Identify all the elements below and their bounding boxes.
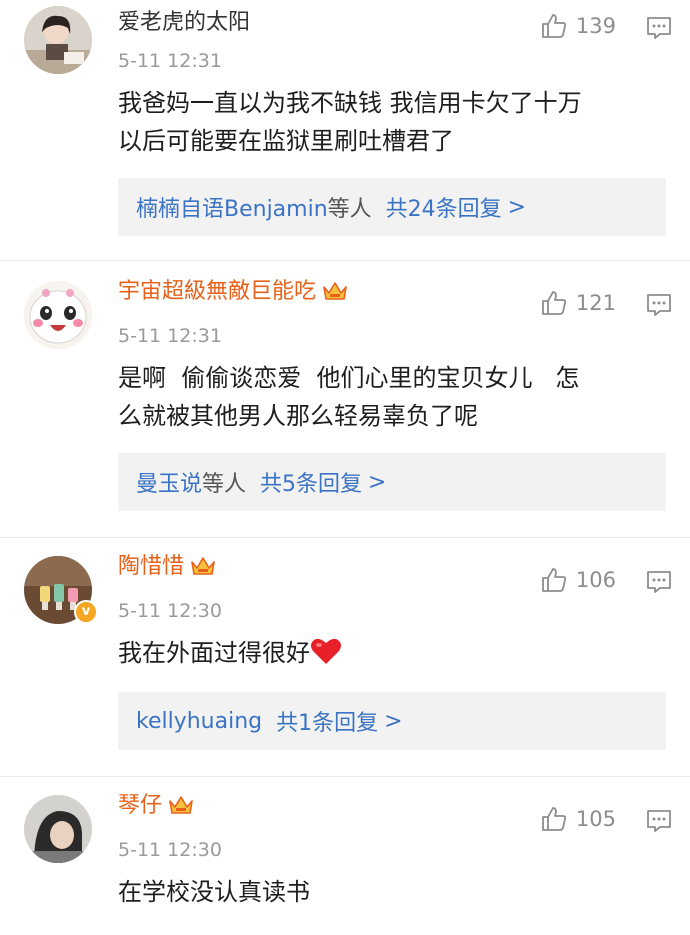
- comment-item: v 陶惜惜 5-11 12:30 106 我在外面过得很好 kellyhuain…: [0, 538, 690, 777]
- comment-text-line: 以后可能要在监狱里刷吐槽君了: [118, 127, 454, 155]
- reply-summary[interactable]: 曼玉说 等人 共5条回复 >: [118, 453, 666, 511]
- like-count: 121: [575, 291, 616, 315]
- reply-icon[interactable]: [646, 16, 672, 44]
- like-count: 139: [575, 14, 616, 38]
- comment-text-line: 是啊 偷偷谈恋爱 他们心里的宝贝女儿 怎: [118, 364, 580, 392]
- comment-text: 在学校没认真读书: [118, 873, 660, 911]
- reply-icon[interactable]: [646, 809, 672, 837]
- timestamp: 5-11 12:31: [118, 50, 222, 72]
- comment-item: 宇宙超級無敵巨能吃 5-11 12:31 121 是啊 偷偷谈恋爱 他们心里的宝…: [0, 261, 690, 538]
- comment-item: 爱老虎的太阳 5-11 12:31 139 我爸妈一直以为我不缺钱 我信用卡欠了…: [0, 0, 690, 261]
- reply-summary[interactable]: kellyhuaing 共1条回复 >: [118, 692, 666, 750]
- comment-text-line: 我在外面过得很好: [118, 639, 310, 667]
- reply-total[interactable]: 共1条回复: [276, 705, 378, 737]
- timestamp: 5-11 12:30: [118, 839, 222, 861]
- vip-crown-icon: [169, 796, 193, 814]
- username-text[interactable]: 琴仔: [118, 793, 162, 818]
- reply-summary[interactable]: 楠楠自语Benjamin 等人 共24条回复 >: [118, 178, 666, 236]
- username[interactable]: 陶惜惜: [118, 552, 216, 582]
- chevron-right-icon: >: [368, 469, 387, 495]
- reply-users[interactable]: kellyhuaing: [136, 709, 262, 734]
- like-count: 106: [575, 568, 616, 592]
- reply-icon[interactable]: [646, 570, 672, 598]
- timestamp: 5-11 12:30: [118, 600, 222, 622]
- comment-text: 我爸妈一直以为我不缺钱 我信用卡欠了十万 以后可能要在监狱里刷吐槽君了: [118, 84, 660, 160]
- reply-total[interactable]: 共24条回复: [386, 191, 502, 223]
- reply-suffix: 等人: [202, 472, 247, 497]
- verified-badge-icon: v: [74, 600, 98, 624]
- like-button[interactable]: 121: [540, 289, 616, 317]
- avatar[interactable]: [24, 281, 92, 349]
- thumbs-up-icon: [542, 291, 567, 315]
- vip-crown-icon: [323, 282, 347, 300]
- chevron-right-icon: >: [384, 708, 403, 734]
- comment-text-line: 在学校没认真读书: [118, 878, 310, 906]
- comment-text: 我在外面过得很好: [118, 634, 660, 672]
- heart-emoji-icon: [311, 638, 341, 664]
- reply-suffix: 等人: [327, 197, 372, 222]
- reply-users[interactable]: 曼玉说: [136, 466, 202, 498]
- chevron-right-icon: >: [507, 194, 527, 220]
- username-text[interactable]: 宇宙超級無敵巨能吃: [118, 279, 316, 304]
- username[interactable]: 宇宙超級無敵巨能吃: [118, 277, 348, 307]
- thumbs-up-icon: [542, 568, 567, 592]
- timestamp: 5-11 12:31: [118, 325, 222, 347]
- like-button[interactable]: 106: [540, 566, 616, 594]
- username[interactable]: 爱老虎的太阳: [118, 8, 250, 38]
- reply-total[interactable]: 共5条回复: [260, 466, 362, 498]
- thumbs-up-icon: [542, 14, 567, 38]
- vip-crown-icon: [191, 557, 215, 575]
- thumbs-up-icon: [542, 807, 567, 831]
- avatar[interactable]: [24, 6, 92, 74]
- like-button[interactable]: 105: [540, 805, 616, 833]
- comment-text-line: 么就被其他男人那么轻易辜负了呢: [118, 402, 478, 430]
- like-count: 105: [575, 807, 616, 831]
- avatar[interactable]: [24, 795, 92, 863]
- username-text[interactable]: 陶惜惜: [118, 554, 184, 579]
- reply-users[interactable]: 楠楠自语Benjamin: [136, 191, 328, 223]
- comment-text-line: 我爸妈一直以为我不缺钱 我信用卡欠了十万: [118, 89, 582, 117]
- reply-icon[interactable]: [646, 293, 672, 321]
- comment-text: 是啊 偷偷谈恋爱 他们心里的宝贝女儿 怎 么就被其他男人那么轻易辜负了呢: [118, 359, 660, 435]
- like-button[interactable]: 139: [540, 12, 616, 40]
- comment-item: 琴仔 5-11 12:30 105 在学校没认真读书: [0, 777, 690, 935]
- username[interactable]: 琴仔: [118, 791, 194, 821]
